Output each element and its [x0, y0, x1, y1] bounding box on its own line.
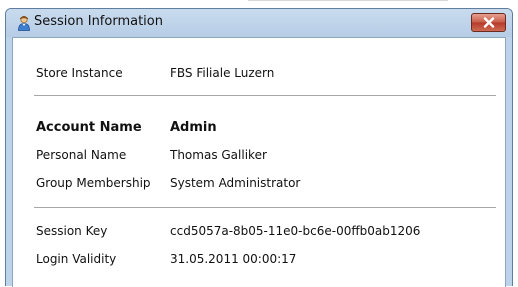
- close-icon: [483, 17, 495, 28]
- title-bar[interactable]: Session Information: [6, 9, 512, 37]
- personal-name-value: Thomas Galliker: [170, 148, 267, 162]
- session-information-dialog: Session Information Store Instance FBS F…: [5, 8, 513, 287]
- personal-name-row: Personal Name Thomas Galliker: [13, 148, 505, 168]
- group-membership-value: System Administrator: [170, 176, 301, 190]
- personal-name-label: Personal Name: [36, 148, 127, 162]
- store-instance-row: Store Instance FBS Filiale Luzern: [13, 66, 505, 86]
- session-key-value: ccd5057a-8b05-11e0-bc6e-00ffb0ab1206: [170, 224, 421, 238]
- dialog-content: Store Instance FBS Filiale Luzern Accoun…: [12, 37, 506, 287]
- background-strip: [0, 0, 518, 8]
- login-validity-value: 31.05.2011 00:00:17: [170, 252, 297, 266]
- login-validity-label: Login Validity: [36, 252, 117, 266]
- group-membership-label: Group Membership: [36, 176, 151, 190]
- session-key-label: Session Key: [36, 224, 108, 238]
- window-title: Session Information: [34, 14, 163, 29]
- divider: [34, 207, 496, 208]
- background-line: [248, 0, 448, 1]
- login-validity-row: Login Validity 31.05.2011 00:00:17: [13, 252, 505, 272]
- divider: [34, 95, 496, 96]
- account-name-label: Account Name: [36, 120, 142, 135]
- store-instance-value: FBS Filiale Luzern: [170, 66, 275, 80]
- close-button[interactable]: [471, 13, 506, 32]
- group-membership-row: Group Membership System Administrator: [13, 176, 505, 196]
- account-name-value: Admin: [170, 120, 217, 135]
- store-instance-label: Store Instance: [36, 66, 123, 80]
- session-key-row: Session Key ccd5057a-8b05-11e0-bc6e-00ff…: [13, 224, 505, 244]
- user-icon: [16, 15, 32, 31]
- account-name-row: Account Name Admin: [13, 120, 505, 140]
